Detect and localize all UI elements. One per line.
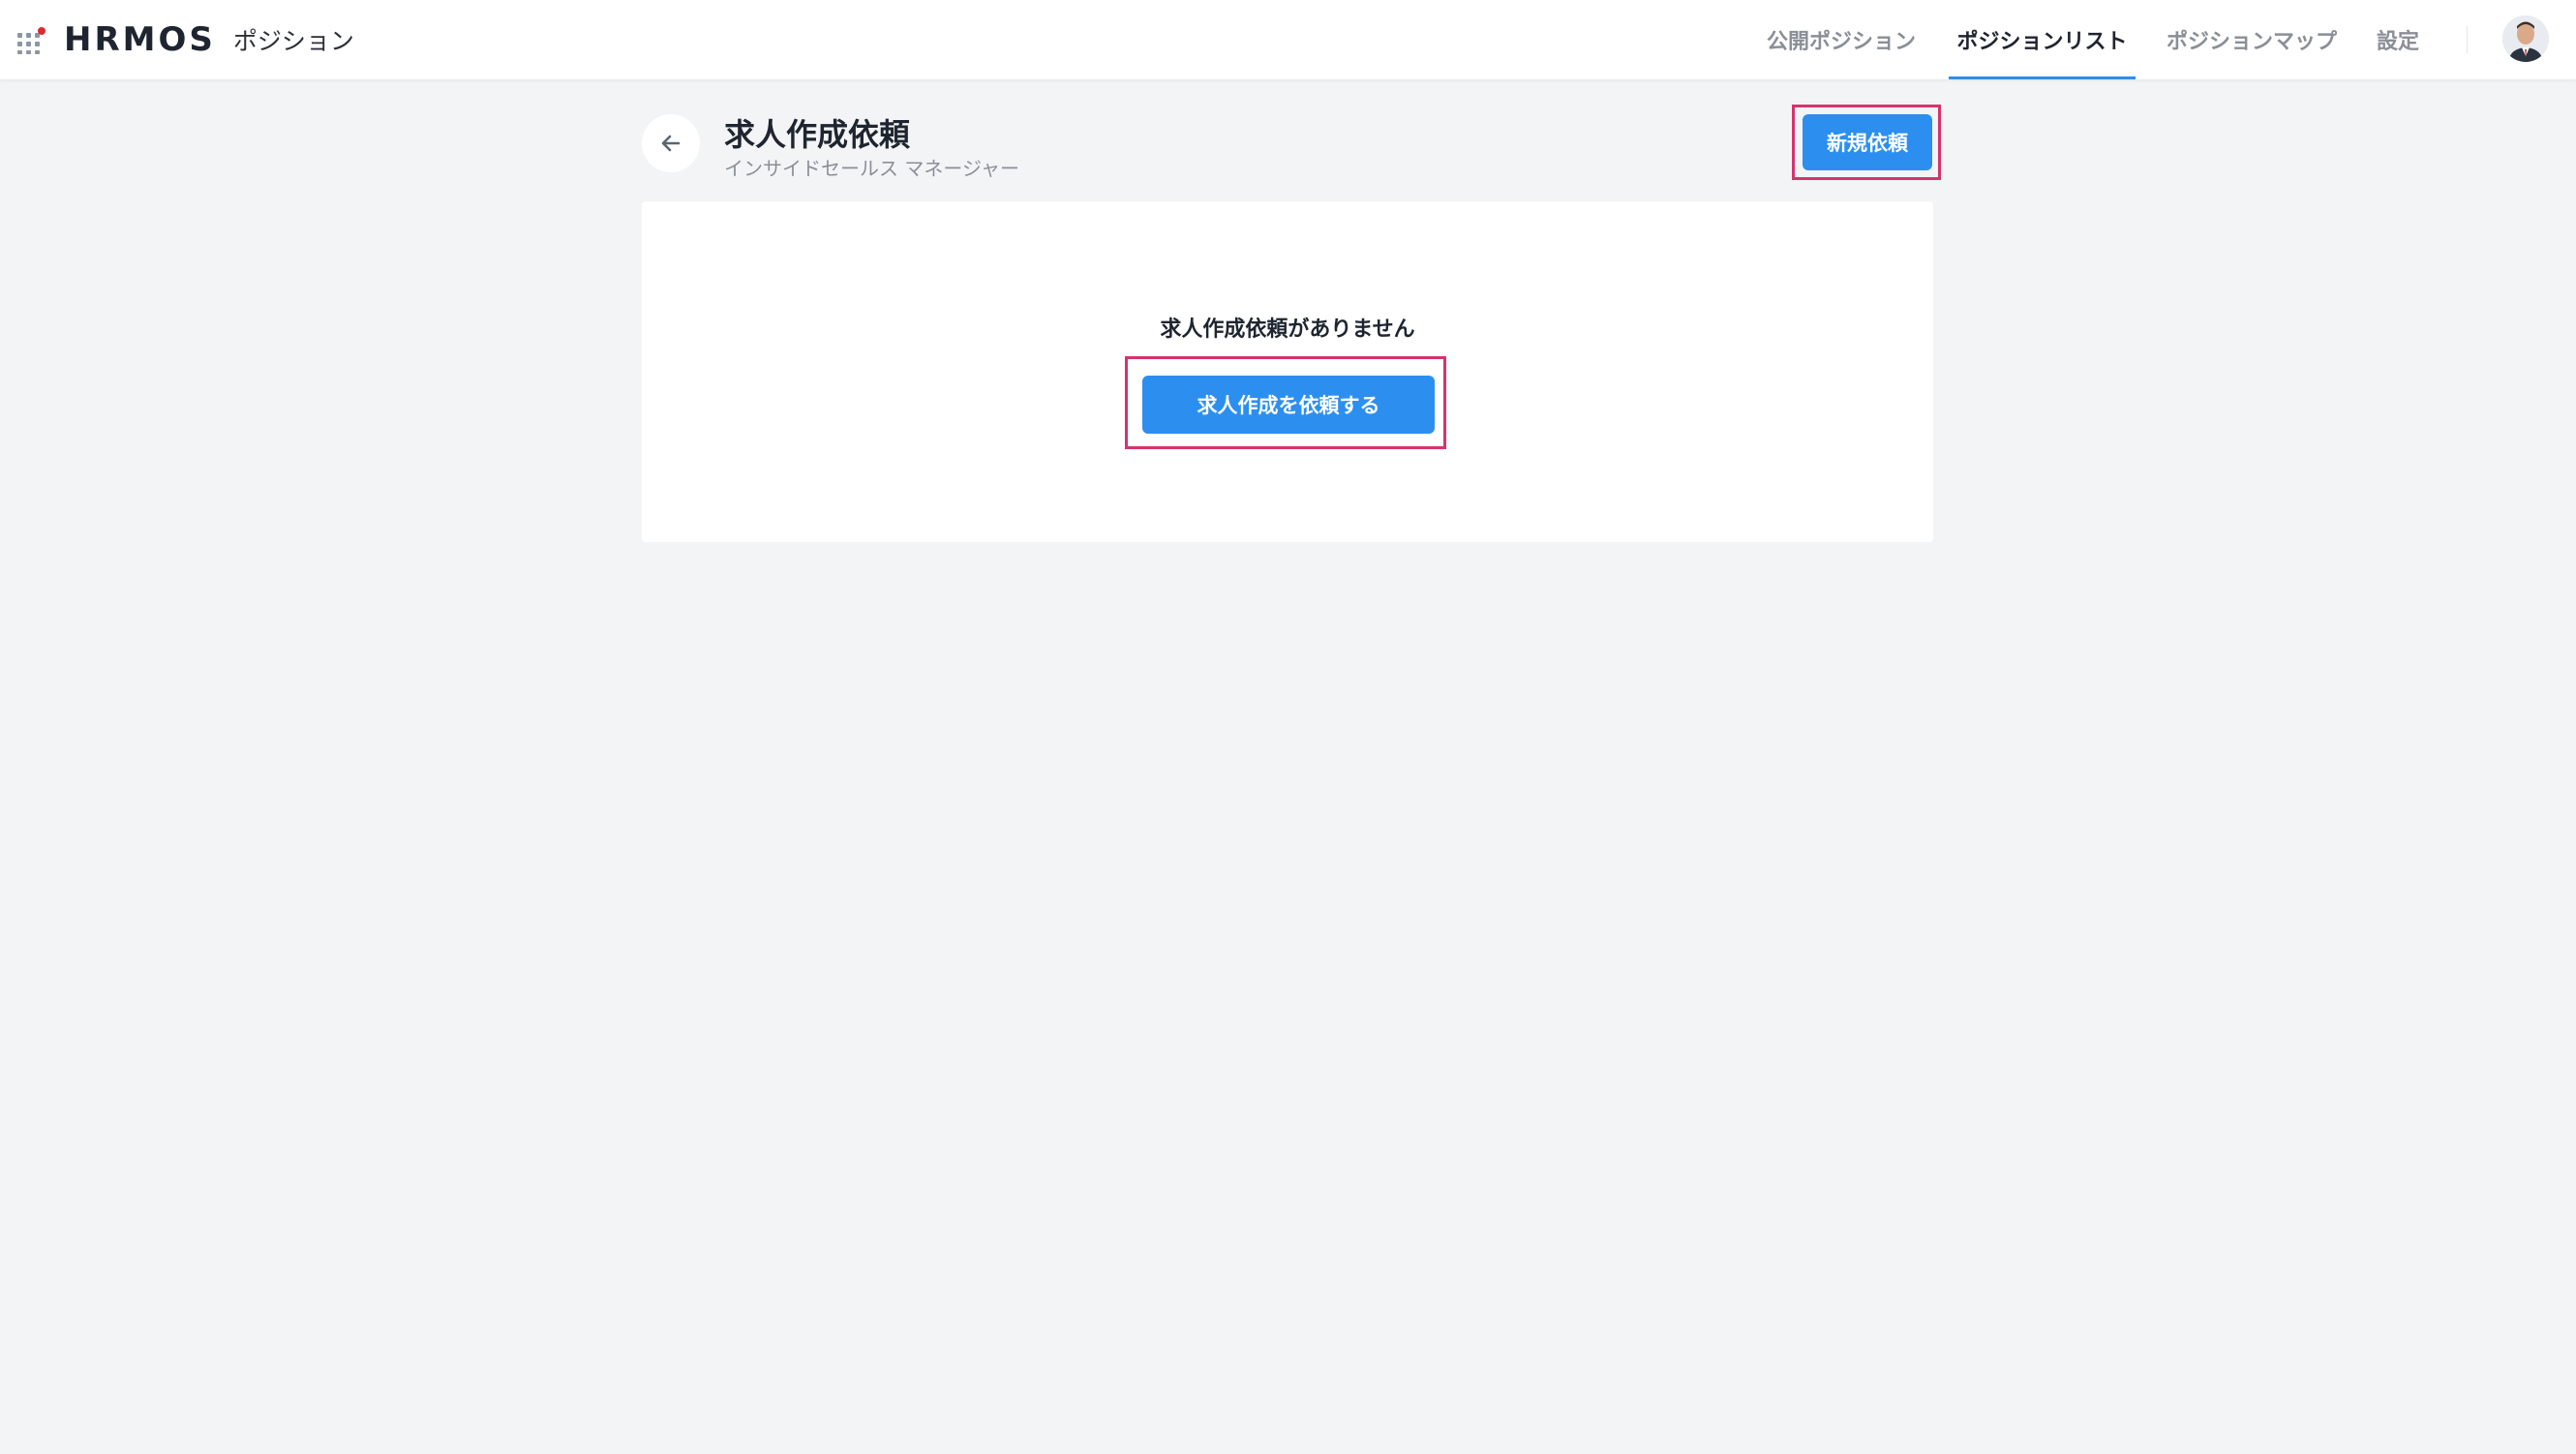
nav-tab-public-positions[interactable]: 公開ポジション: [1760, 0, 1923, 79]
nav-tab-label: ポジションマップ: [2166, 30, 2337, 54]
arrow-left-icon: [661, 135, 681, 152]
grid-dots-icon[interactable]: [17, 27, 46, 54]
brand-product-name: ポジション: [232, 27, 354, 55]
user-avatar[interactable]: [2502, 15, 2549, 62]
page-subtitle: インサイドセールス マネージャー: [724, 157, 1019, 180]
new-request-button[interactable]: 新規依頼: [1803, 114, 1932, 170]
requests-card: 求人作成依頼がありません 求人作成を依頼する: [642, 201, 1933, 542]
create-request-button[interactable]: 求人作成を依頼する: [1142, 376, 1435, 434]
nav-tab-label: 設定: [2376, 30, 2419, 54]
back-button[interactable]: [642, 114, 700, 172]
nav-tab-position-list[interactable]: ポジションリスト: [1949, 0, 2136, 79]
brand[interactable]: HRMOS ポジション: [64, 17, 354, 62]
app-header: HRMOS ポジション 公開ポジション ポジションリスト ポジションマップ 設定: [0, 0, 2576, 80]
nav-tab-label: 公開ポジション: [1766, 30, 1916, 54]
nav-tab-position-map[interactable]: ポジションマップ: [2165, 0, 2339, 79]
empty-state-message: 求人作成依頼がありません: [1160, 318, 1415, 342]
brand-logo: HRMOS: [64, 20, 216, 59]
nav-tab-label: ポジションリスト: [1956, 30, 2128, 54]
nav-divider: [2467, 26, 2468, 53]
page-title: 求人作成依頼: [724, 116, 911, 153]
nav-tab-settings[interactable]: 設定: [2370, 0, 2426, 79]
